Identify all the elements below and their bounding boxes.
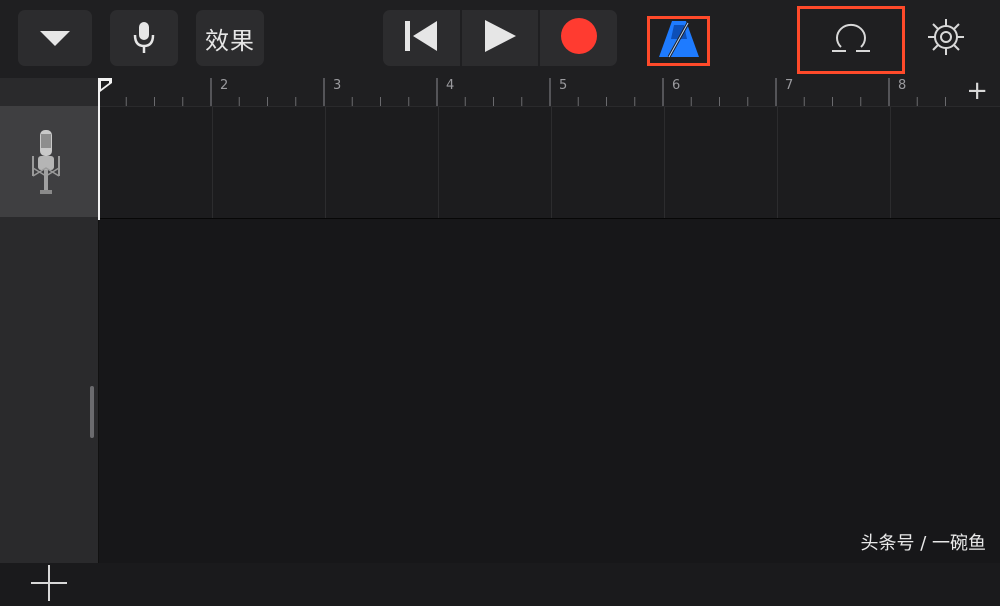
bar-line: [325, 107, 326, 218]
microphone-icon: [133, 21, 155, 55]
bar-line: [777, 107, 778, 218]
bar-line: [551, 107, 552, 218]
track-resize-handle[interactable]: [90, 386, 94, 438]
my-songs-button[interactable]: [18, 10, 92, 66]
metronome-button[interactable]: [650, 19, 707, 63]
bar-number: 2: [220, 78, 229, 93]
effects-label: 效果: [205, 26, 255, 55]
go-to-beginning-button[interactable]: [383, 10, 462, 66]
microphone-icon: [29, 128, 63, 200]
bar-number: 6: [672, 78, 681, 93]
bar-line: [890, 107, 891, 218]
track-lane[interactable]: [99, 107, 1000, 219]
watermark: 头条号 / 一碗鱼: [860, 533, 986, 554]
add-section-button[interactable]: +: [966, 78, 988, 104]
play-icon: [483, 19, 517, 57]
settings-button[interactable]: [921, 14, 971, 64]
timeline-ruler[interactable]: 2 3 4 5 6 7 8 +: [98, 78, 1000, 107]
bar-number: 5: [559, 78, 568, 93]
skip-back-icon: [404, 20, 438, 56]
record-icon: [560, 17, 598, 59]
bar-line: [438, 107, 439, 218]
track-header-column: [0, 78, 99, 601]
transport-controls: [383, 10, 617, 66]
track-header-audio-recorder[interactable]: [0, 106, 98, 217]
chevron-down-icon: [40, 29, 70, 47]
metronome-icon: [657, 19, 701, 63]
bar-line: [664, 107, 665, 218]
playhead[interactable]: [98, 78, 100, 220]
instrument-browser-button[interactable]: [110, 10, 178, 66]
plus-icon: [31, 565, 67, 601]
play-button[interactable]: [462, 10, 541, 66]
add-track-button[interactable]: [30, 564, 68, 606]
bar-number: 4: [446, 78, 455, 93]
loop-icon: [831, 21, 871, 59]
playhead-handle[interactable]: [98, 78, 114, 94]
track-arrangement-area[interactable]: [99, 107, 1000, 563]
control-bar: 效果: [0, 0, 1000, 78]
bar-line: [212, 107, 213, 218]
effects-button[interactable]: 效果: [196, 10, 264, 66]
bar-number: 7: [785, 78, 794, 93]
bar-number: 3: [333, 78, 342, 93]
record-button[interactable]: [540, 10, 617, 66]
gear-icon: [926, 17, 966, 61]
bar-number: 8: [898, 78, 907, 93]
loop-browser-button[interactable]: [806, 12, 896, 68]
